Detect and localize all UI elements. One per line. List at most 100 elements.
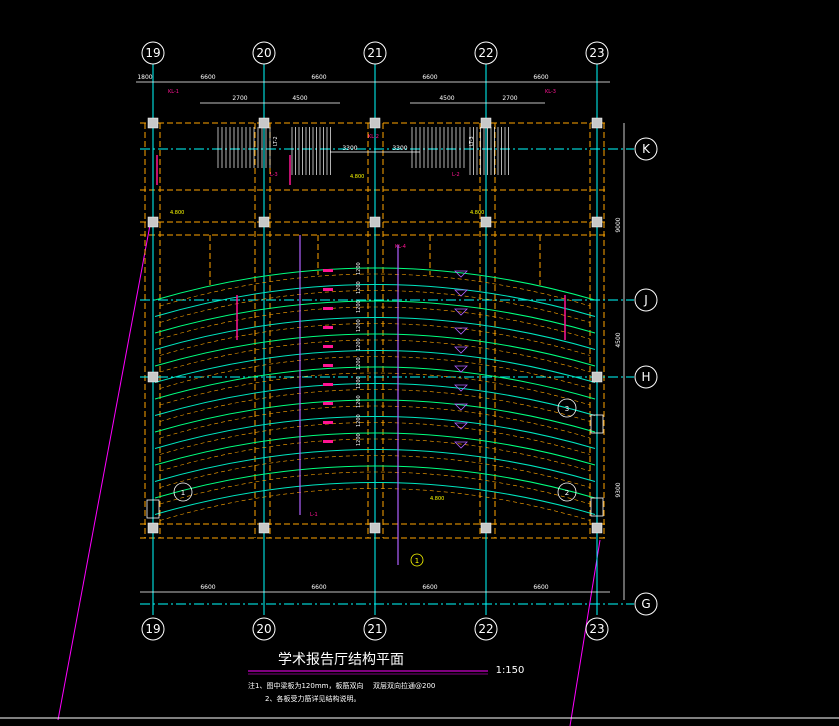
rebar-tag: [323, 440, 333, 443]
stair-dim: 2700: [502, 95, 517, 102]
detail-mark: 2: [565, 489, 569, 497]
dimension-lines: [136, 81, 625, 600]
detail-mark: 1: [415, 557, 419, 565]
axis-label-22-bottom: 22: [478, 622, 493, 636]
top-span-dim: 6600: [200, 74, 215, 81]
row-dim-label: 1200: [356, 338, 362, 351]
axis-label-22-top: 22: [478, 46, 493, 60]
row-dim-label: 1200: [356, 376, 362, 389]
note-1: 注1、图中梁板为120mm，板筋双向: [248, 681, 363, 690]
center-dim: 3300: [342, 145, 357, 152]
rebar-tag: [323, 269, 333, 272]
right-span-dim: 9300: [615, 482, 622, 497]
rebar-tag: [323, 402, 333, 405]
column: [258, 522, 270, 534]
row-dim-label: 1200: [356, 433, 362, 446]
axis-label-G: G: [641, 597, 650, 611]
bottom-span-dim: 6600: [200, 584, 215, 591]
axis-label-21-bottom: 21: [367, 622, 382, 636]
beam-tag: KL-4: [395, 244, 406, 250]
detail-mark: 3: [565, 405, 569, 413]
axis-label-20-bottom: 20: [256, 622, 271, 636]
column: [369, 117, 381, 129]
row-dim-label: 1200: [356, 300, 362, 313]
row-dim-label: 1200: [356, 395, 362, 408]
row-dim-label: 1200: [356, 319, 362, 332]
stair-label-left: LT-2: [273, 136, 279, 146]
elevation-label: 4.800: [470, 210, 484, 216]
column: [258, 117, 270, 129]
stair-dim: 2700: [232, 95, 247, 102]
slab-marker: [454, 289, 468, 297]
drawing-title: 学术报告厅结构平面: [278, 652, 404, 668]
center-dim: 3300: [392, 145, 407, 152]
column: [258, 216, 270, 228]
top-span-dim: 6600: [422, 74, 437, 81]
stair-hatching: [217, 127, 509, 175]
slab-marker: [454, 346, 468, 354]
axis-label-19-bottom: 19: [145, 622, 160, 636]
drawing-scale: 1:150: [496, 665, 525, 676]
elevation-label: 4.800: [170, 210, 184, 216]
rebar-tag: [323, 383, 333, 386]
note-2: 2、各板受力筋详见结构说明。: [265, 694, 360, 703]
bottom-span-dim: 6600: [422, 584, 437, 591]
note-3: 双层双向拉通@200: [373, 681, 435, 690]
column: [369, 216, 381, 228]
column: [591, 522, 603, 534]
column: [147, 522, 159, 534]
dimension-text: 1800 6600 6600 6600 6600 2700 4500 4500 …: [137, 74, 622, 591]
axis-label-23-top: 23: [589, 46, 604, 60]
slab-marker: [454, 441, 468, 449]
top-span-dim: 6600: [311, 74, 326, 81]
rebar-tag: [323, 307, 333, 310]
rebar-tag: [323, 288, 333, 291]
beam-grid: [140, 122, 608, 539]
axis-label-21-top: 21: [367, 46, 382, 60]
rebar-tag: [323, 326, 333, 329]
bottom-span-dim: 6600: [533, 584, 548, 591]
elevation-label: 4.800: [430, 496, 444, 502]
column: [591, 117, 603, 129]
column: [480, 117, 492, 129]
bottom-span-dim: 6600: [311, 584, 326, 591]
right-span-dim: 9000: [615, 217, 622, 232]
column: [147, 117, 159, 129]
axis-label-K: K: [642, 142, 651, 156]
axis-bubbles: [141, 41, 658, 641]
beam-tag: L-2: [452, 172, 460, 178]
right-span-dim: 4500: [615, 332, 622, 347]
stair-dim: 4500: [439, 95, 454, 102]
beam-tag: KL-3: [545, 89, 556, 95]
top-span-dim: 6600: [533, 74, 548, 81]
beam-tag: L-1: [310, 512, 318, 518]
stair-label-right: LT-3: [469, 136, 475, 146]
axis-label-20-top: 20: [256, 46, 271, 60]
row-dim-label: 1200: [356, 262, 362, 275]
axis-grid: [140, 64, 634, 615]
axis-label-19-top: 19: [145, 46, 160, 60]
column: [591, 371, 603, 383]
row-dim-label: 1200: [356, 414, 362, 427]
top-edge-dim: 1800: [137, 74, 152, 81]
slab-marker: [454, 270, 468, 278]
axis-label-J: J: [643, 293, 648, 307]
rebar-tag: [323, 345, 333, 348]
elevation-label: 4.800: [350, 174, 364, 180]
beam-tag: L-3: [270, 172, 278, 178]
column: [480, 522, 492, 534]
beam-tag: KL-1: [168, 89, 179, 95]
row-dim-label: 1200: [356, 357, 362, 370]
column: [591, 216, 603, 228]
row-dim-label: 1200: [356, 281, 362, 294]
axis-label-H: H: [641, 370, 650, 384]
rebar-tag: [323, 364, 333, 367]
column: [147, 216, 159, 228]
rebar-tag: [323, 421, 333, 424]
stair-dim: 4500: [292, 95, 307, 102]
column: [369, 522, 381, 534]
structural-plan-drawing: KL-1 KL-2 KL-3 KL-4 L-1 L-2 L-3 4.800 4.…: [0, 41, 839, 726]
elevation-marks: 4.800 4.800 4.800 4.800: [170, 174, 484, 502]
beam-tag: KL-2: [368, 134, 379, 140]
column: [147, 371, 159, 383]
